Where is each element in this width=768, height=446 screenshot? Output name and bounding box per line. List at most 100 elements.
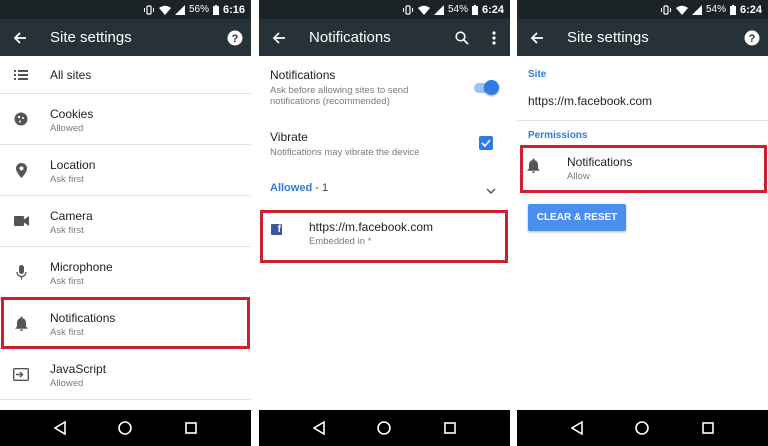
signal-icon — [174, 4, 185, 15]
app-bar: Site settings ? — [517, 19, 768, 56]
android-nav-bar — [259, 410, 510, 446]
location-pin-icon — [12, 161, 30, 179]
vibrate-setting[interactable]: Vibrate Notifications may vibrate the de… — [270, 130, 496, 158]
nav-back-icon[interactable] — [313, 421, 325, 435]
facebook-icon: f — [271, 224, 282, 235]
notifications-setting[interactable]: Notifications Ask before allowing sites … — [270, 68, 496, 107]
status-time: 6:16 — [222, 3, 245, 16]
nav-home-icon[interactable] — [118, 421, 133, 435]
list-item-status: Ask first — [50, 327, 84, 338]
list-item-label: Microphone — [50, 260, 113, 274]
list-item-notifications[interactable]: Notifications Ask first — [0, 298, 251, 349]
camera-icon — [12, 212, 30, 230]
site-url[interactable]: https://m.facebook.com — [309, 220, 433, 234]
clear-reset-button[interactable]: CLEAR & RESET — [528, 204, 626, 231]
status-time: 6:24 — [739, 3, 762, 16]
signal-icon — [433, 4, 444, 15]
list-item-label: JavaScript — [50, 362, 107, 376]
vibrate-icon — [143, 4, 155, 15]
nav-recents-icon[interactable] — [444, 422, 456, 434]
site-settings-screen: 56% 6:16 Site settings ? All sites Cooki… — [0, 0, 251, 446]
overflow-menu-icon[interactable] — [484, 28, 504, 48]
notifications-screen: 54% 6:24 Notifications Notifications Ask… — [259, 0, 510, 446]
setting-description: Ask before allowing sites to send notifi… — [270, 85, 409, 107]
page-title: Site settings — [50, 29, 132, 46]
signal-icon — [691, 4, 702, 15]
facebook-letter: f — [277, 224, 281, 235]
list-item-microphone[interactable]: Microphone Ask first — [0, 247, 251, 298]
battery-percent: 54% — [447, 4, 468, 15]
site-embedded: Embedded in * — [309, 236, 372, 247]
list-item-status: Allowed — [50, 378, 84, 389]
list-item-label: Notifications — [50, 311, 116, 325]
nav-recents-icon[interactable] — [185, 422, 197, 434]
setting-label: Notifications — [270, 68, 336, 82]
highlight-box — [520, 145, 767, 193]
nav-back-icon[interactable] — [54, 421, 66, 435]
battery-percent: 56% — [188, 4, 209, 15]
wifi-icon — [675, 5, 688, 15]
battery-icon — [471, 4, 478, 15]
wifi-icon — [417, 5, 430, 15]
chevron-down-icon[interactable] — [486, 182, 496, 200]
status-time: 6:24 — [481, 3, 504, 16]
android-nav-bar — [517, 410, 768, 446]
toggle-knob — [484, 80, 499, 95]
list-item-status: Ask first — [50, 276, 84, 287]
permission-status: Allow — [567, 171, 590, 182]
site-section-label: Site — [528, 69, 547, 80]
list-item-all-sites[interactable]: All sites — [0, 56, 251, 94]
setting-description: Notifications may vibrate the device — [270, 147, 420, 158]
status-bar: 54% 6:24 — [517, 0, 768, 19]
bell-icon — [527, 158, 540, 178]
nav-back-icon[interactable] — [571, 421, 583, 435]
list-icon — [12, 66, 30, 84]
wifi-icon — [158, 5, 171, 15]
bell-icon — [12, 314, 30, 332]
app-bar: Site settings ? — [0, 19, 251, 56]
nav-home-icon[interactable] — [635, 421, 650, 435]
help-icon[interactable]: ? — [225, 28, 245, 48]
list-item-cookies[interactable]: Cookies Allowed — [0, 94, 251, 145]
battery-icon — [729, 4, 736, 15]
microphone-icon — [12, 263, 30, 281]
site-detail-screen: 54% 6:24 Site settings ? Site https://m.… — [517, 0, 768, 446]
notifications-toggle[interactable] — [474, 80, 499, 95]
help-icon[interactable]: ? — [742, 28, 762, 48]
status-bar: 54% 6:24 — [259, 0, 510, 19]
nav-recents-icon[interactable] — [702, 422, 714, 434]
page-title: Site settings — [567, 29, 649, 46]
back-arrow-icon[interactable] — [517, 19, 557, 56]
setting-label: Vibrate — [270, 130, 308, 144]
javascript-icon — [12, 365, 30, 383]
settings-list: All sites Cookies Allowed Location Ask f… — [0, 56, 251, 400]
vibrate-checkbox[interactable] — [479, 136, 493, 150]
list-item-label: Camera — [50, 209, 93, 223]
permissions-section-label: Permissions — [528, 130, 588, 141]
list-item-camera[interactable]: Camera Ask first — [0, 196, 251, 247]
back-arrow-icon[interactable] — [259, 19, 299, 56]
list-item-location[interactable]: Location Ask first — [0, 145, 251, 196]
page-title: Notifications — [309, 29, 391, 46]
list-item-label: Cookies — [50, 107, 94, 121]
android-nav-bar — [0, 410, 251, 446]
list-item-javascript[interactable]: JavaScript Allowed — [0, 349, 251, 400]
cookie-icon — [12, 110, 30, 128]
back-arrow-icon[interactable] — [0, 19, 40, 56]
permission-label[interactable]: Notifications — [567, 155, 632, 169]
highlight-box — [260, 210, 508, 263]
search-icon[interactable] — [452, 28, 472, 48]
divider — [517, 120, 768, 121]
svg-text:?: ? — [232, 33, 239, 45]
svg-text:?: ? — [749, 33, 756, 45]
list-item-label: Location — [50, 158, 96, 172]
list-item-label: All sites — [50, 68, 92, 82]
site-url: https://m.facebook.com — [528, 94, 653, 108]
allowed-section-header[interactable]: Allowed - 1 — [270, 182, 328, 194]
list-item-status: Ask first — [50, 174, 84, 185]
allowed-label: Allowed — [270, 182, 313, 194]
allowed-count: - 1 — [312, 182, 329, 194]
battery-icon — [212, 4, 219, 15]
vibrate-icon — [660, 4, 672, 15]
nav-home-icon[interactable] — [377, 421, 392, 435]
